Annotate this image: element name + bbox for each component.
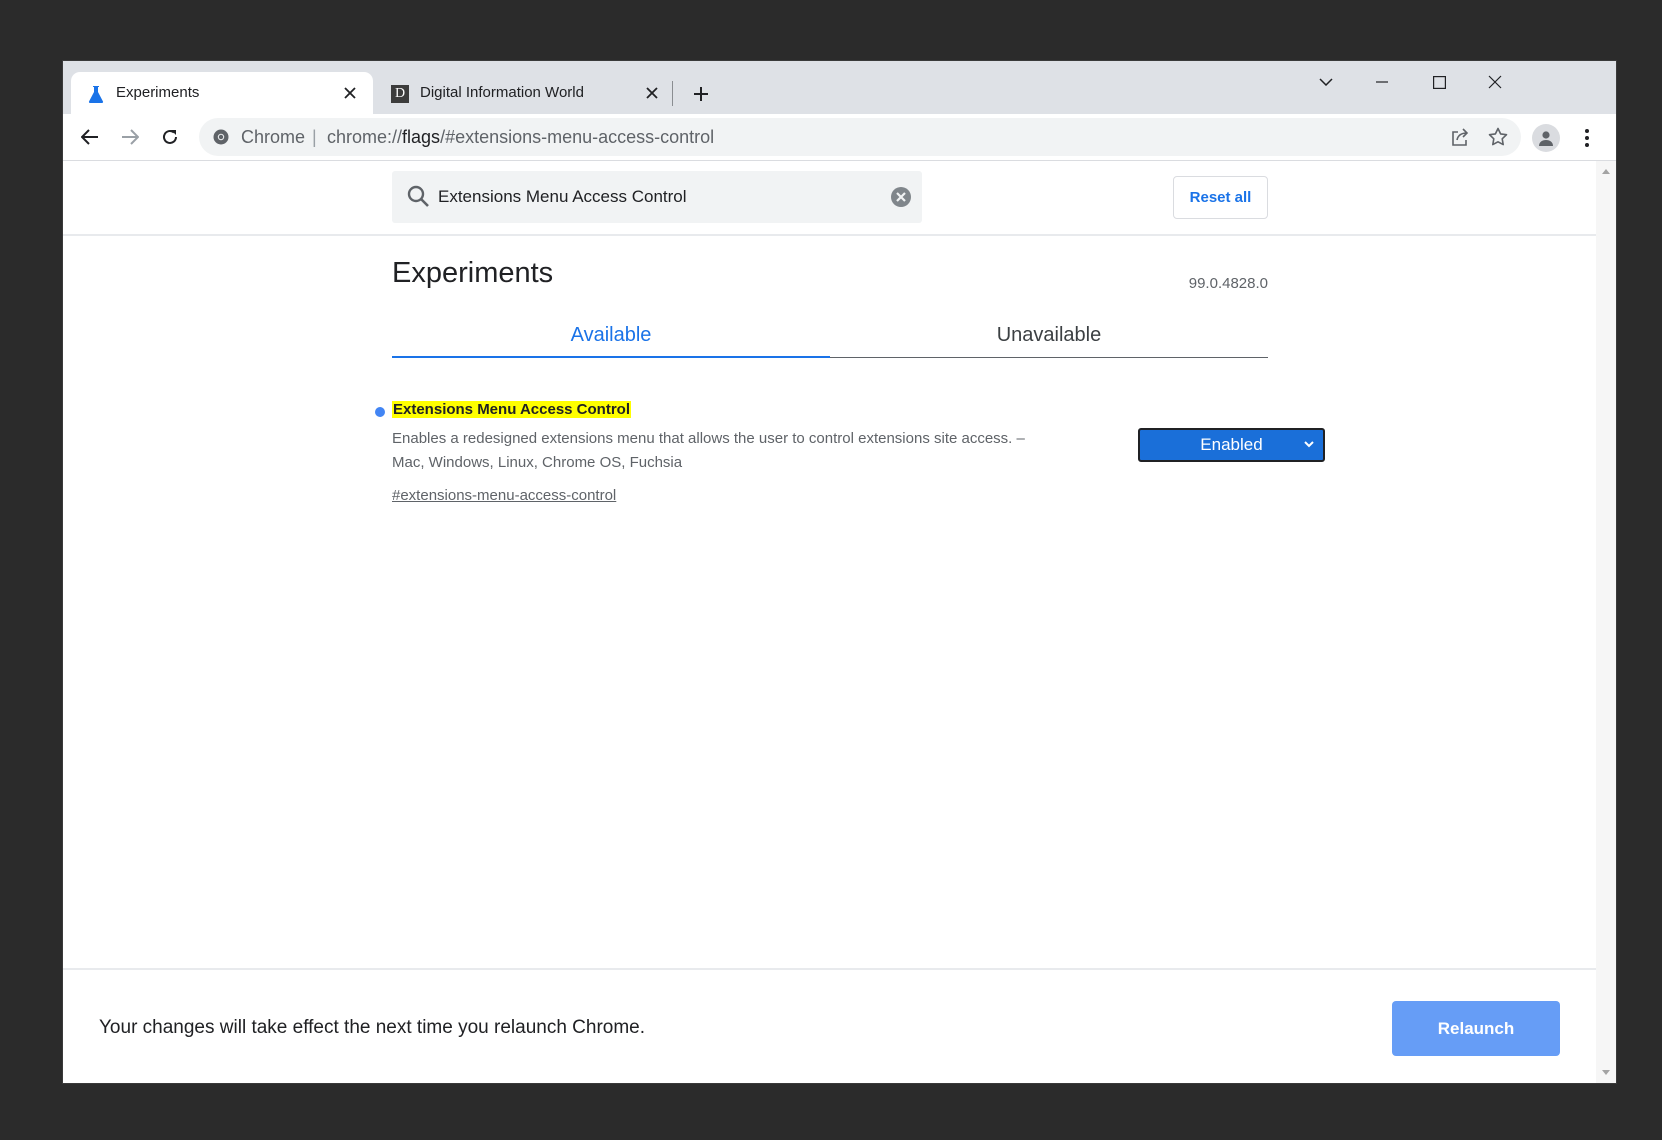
tab-unavailable[interactable]: Unavailable	[830, 324, 1268, 347]
d-favicon-icon: D	[391, 85, 409, 103]
flag-tabs: Available Unavailable	[392, 306, 1268, 358]
flag-search-box[interactable]	[392, 171, 922, 223]
flags-page: Reset all Experiments 99.0.4828.0 Availa…	[63, 161, 1596, 1083]
profile-avatar-icon[interactable]	[1532, 124, 1560, 152]
bookmark-star-icon[interactable]	[1486, 125, 1510, 149]
close-window-icon[interactable]	[1474, 67, 1516, 97]
new-tab-plus-icon[interactable]	[687, 80, 715, 108]
tab-search-chevron-icon[interactable]	[1305, 67, 1347, 97]
selected-option: Enabled	[1200, 435, 1263, 454]
scroll-up-arrow-icon[interactable]	[1602, 169, 1610, 174]
search-input[interactable]	[438, 171, 878, 223]
share-icon[interactable]	[1448, 125, 1472, 149]
kebab-menu-icon[interactable]	[1575, 123, 1599, 153]
tab-available[interactable]: Available	[392, 324, 830, 347]
url-text[interactable]: chrome://flags/#extensions-menu-access-c…	[327, 127, 714, 148]
tab-separator	[672, 81, 673, 106]
flag-permalink[interactable]: #extensions-menu-access-control	[392, 487, 616, 504]
forward-arrow-icon[interactable]	[114, 121, 146, 153]
tab-experiments[interactable]: Experiments	[71, 72, 373, 114]
close-tab-icon[interactable]	[641, 82, 663, 104]
chrome-logo-icon	[213, 129, 229, 145]
relaunch-footer: Your changes will take effect the next t…	[63, 968, 1596, 1083]
minimize-icon[interactable]	[1361, 67, 1403, 97]
page-title: Experiments	[392, 257, 554, 289]
flask-icon	[87, 85, 105, 103]
relaunch-message: Your changes will take effect the next t…	[99, 1017, 646, 1038]
flag-name: Extensions Menu Access Control	[392, 401, 631, 418]
url-separator: |	[312, 127, 317, 147]
reset-all-button[interactable]: Reset all	[1173, 176, 1268, 219]
page-scrollbar[interactable]	[1596, 161, 1616, 1083]
search-header: Reset all	[63, 161, 1596, 236]
active-tab-indicator	[392, 356, 830, 358]
clear-search-icon[interactable]	[890, 186, 912, 208]
tab-title: Experiments	[116, 84, 200, 101]
maximize-icon[interactable]	[1418, 67, 1460, 97]
search-icon	[407, 185, 429, 207]
version-label: 99.0.4828.0	[1188, 275, 1268, 292]
site-chip-label: Chrome	[241, 127, 306, 147]
scroll-down-arrow-icon[interactable]	[1602, 1070, 1610, 1075]
back-arrow-icon[interactable]	[74, 121, 106, 153]
browser-toolbar: Chrome | chrome://flags/#extensions-menu…	[63, 114, 1616, 161]
modified-dot-icon	[375, 407, 385, 417]
relaunch-button[interactable]: Relaunch	[1392, 1001, 1560, 1056]
tab-strip: Experiments D Digital Information World	[63, 61, 1616, 114]
address-bar[interactable]: Chrome | chrome://flags/#extensions-menu…	[199, 118, 1521, 156]
tab-title: Digital Information World	[420, 84, 584, 101]
close-tab-icon[interactable]	[339, 82, 361, 104]
chevron-down-icon	[1304, 441, 1314, 448]
tab-digital-information-world[interactable]: D Digital Information World	[375, 72, 675, 114]
flag-state-select[interactable]: Enabled	[1138, 428, 1325, 462]
reload-icon[interactable]	[154, 121, 186, 153]
flag-description: Enables a redesigned extensions menu tha…	[392, 430, 1025, 471]
browser-window: Experiments D Digital Information World	[63, 61, 1616, 1083]
